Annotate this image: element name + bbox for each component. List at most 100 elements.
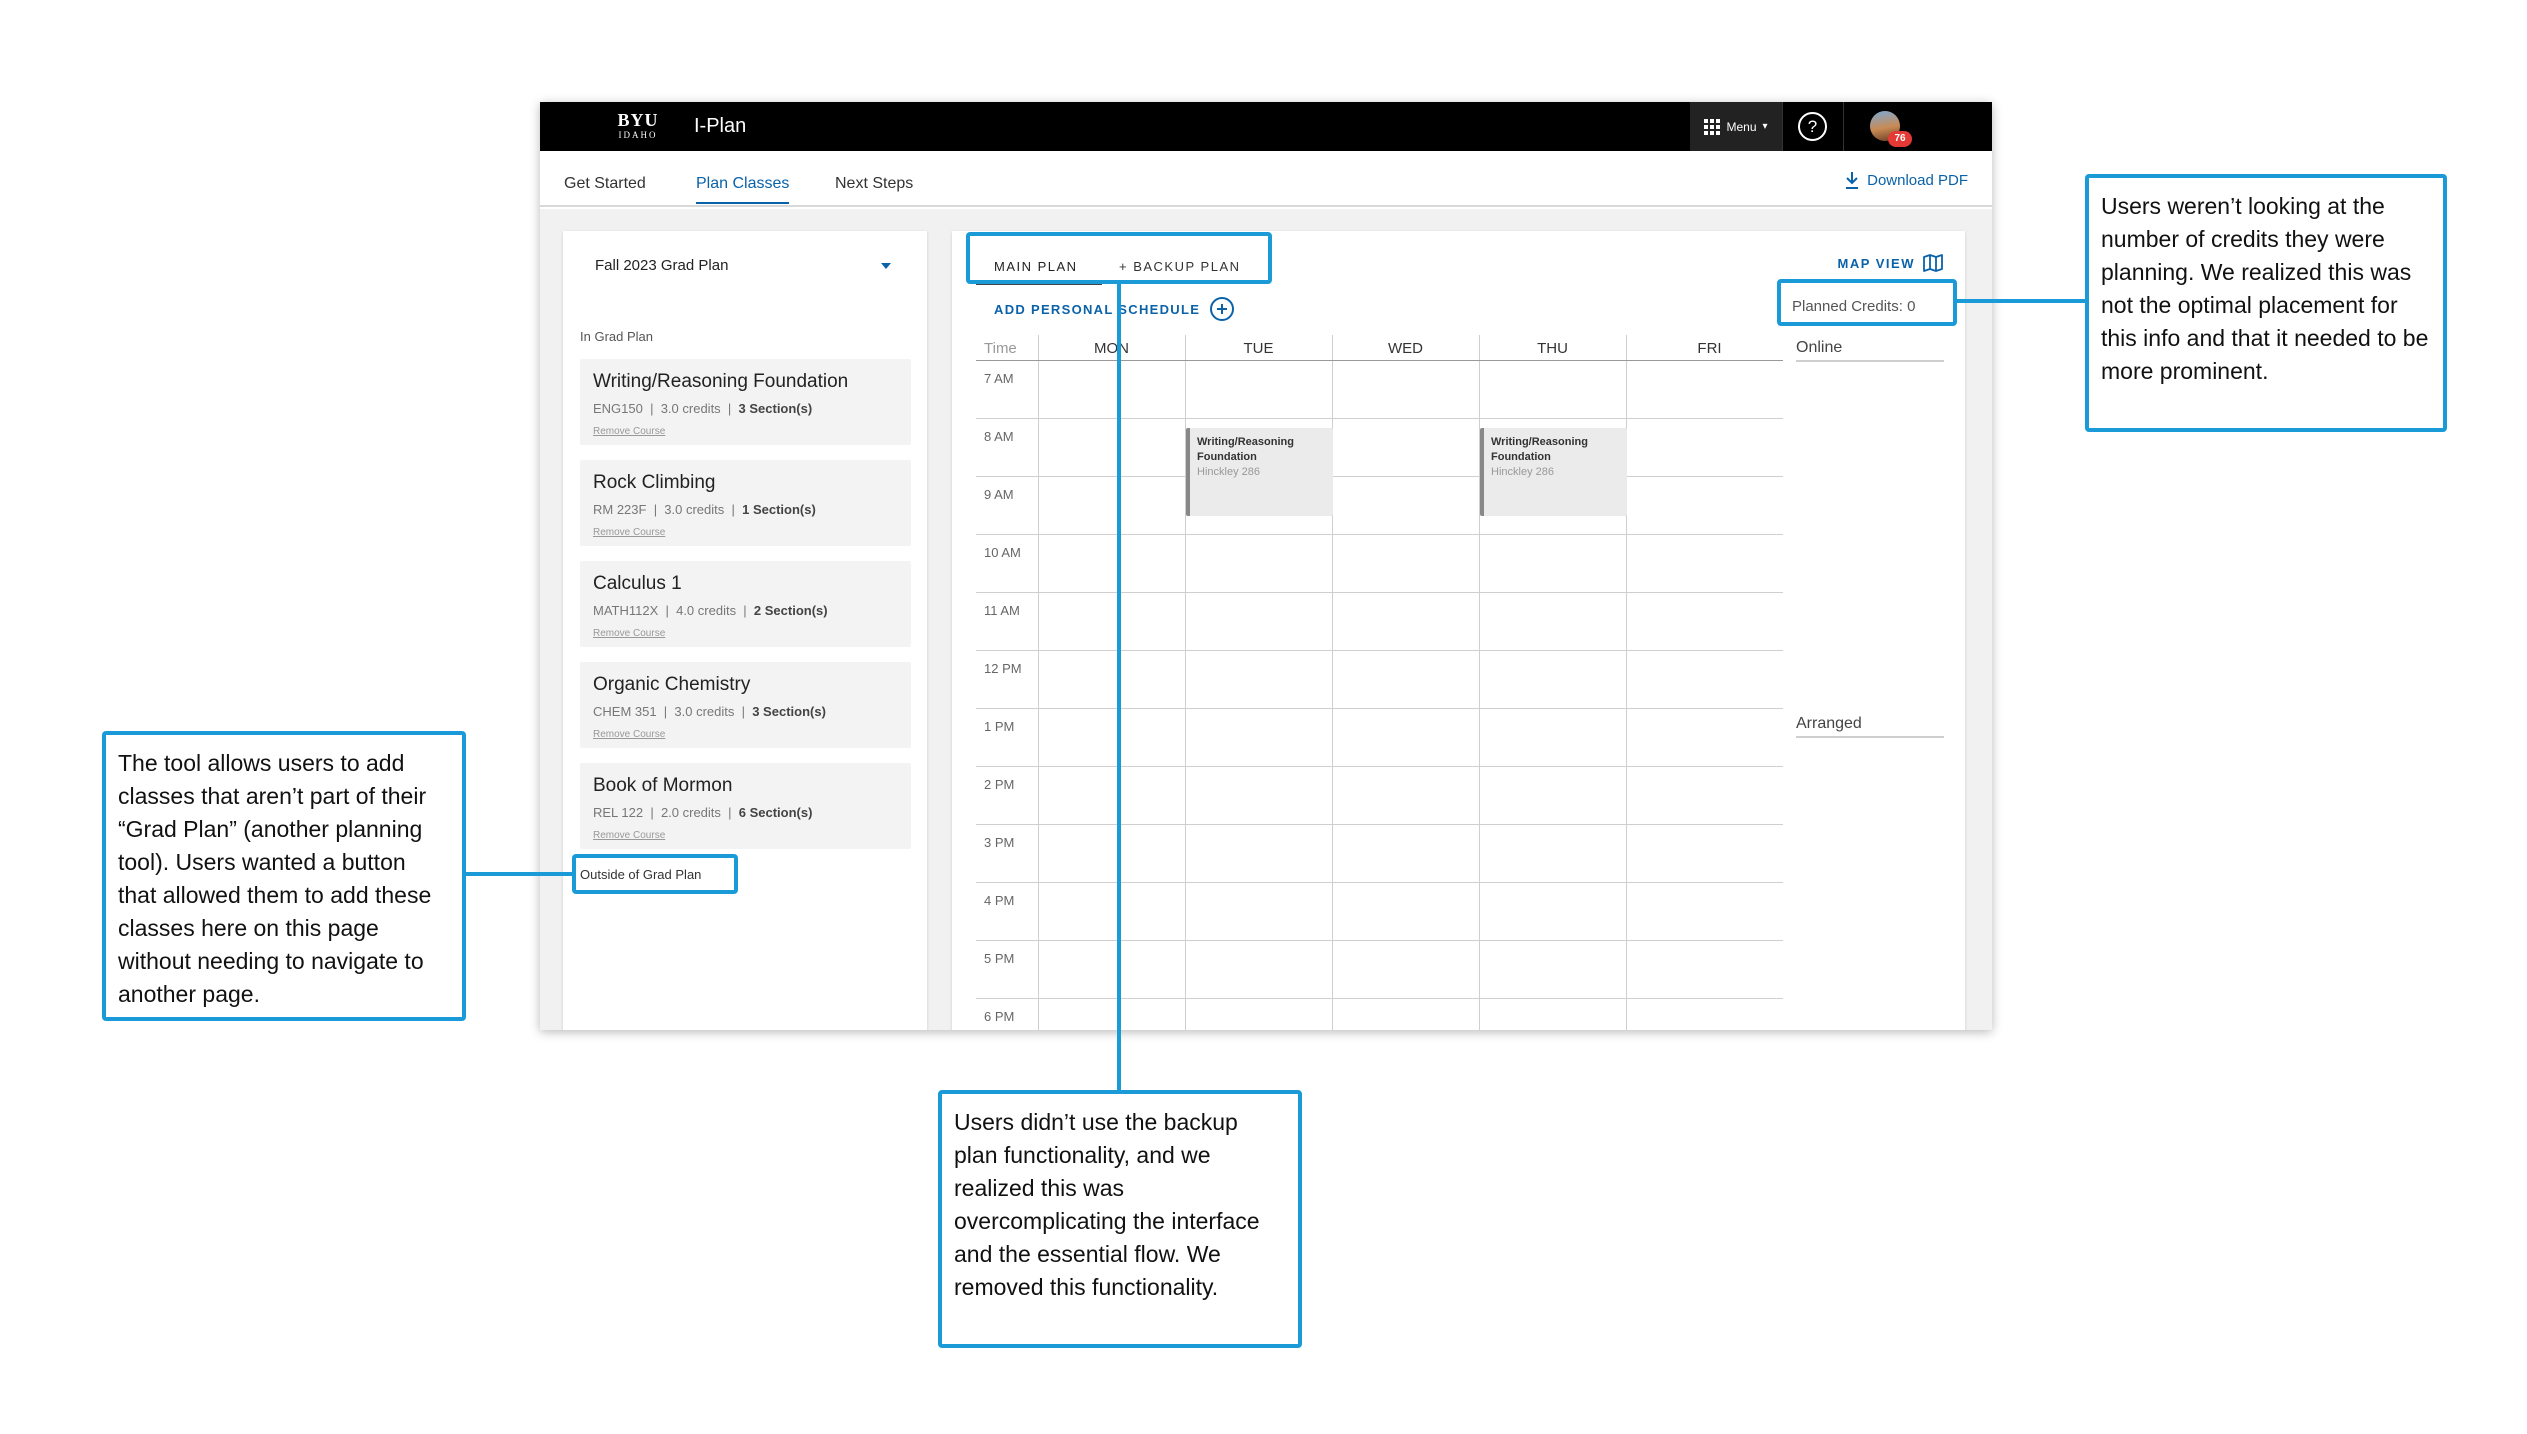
hour-divider (976, 534, 1783, 535)
chevron-down-icon: ▾ (1762, 121, 1768, 132)
help-button[interactable]: ? (1798, 112, 1827, 141)
course-card[interactable]: Rock Climbing RM 223F | 3.0 credits | 1 … (580, 460, 911, 546)
download-pdf-button[interactable]: Download PDF (1845, 171, 1968, 189)
day-header-thu: THU (1537, 340, 1568, 357)
course-card[interactable]: Writing/Reasoning Foundation ENG150 | 3.… (580, 359, 911, 445)
course-meta: ENG150 | 3.0 credits | 3 Section(s) (593, 401, 813, 416)
schedule-panel: MAIN PLAN + BACKUP PLAN ADD PERSONAL SCH… (952, 231, 1965, 1030)
topbar-divider (1782, 102, 1783, 151)
remove-course-link[interactable]: Remove Course (593, 830, 665, 841)
map-icon (1923, 254, 1943, 272)
class-event-block[interactable]: Writing/Reasoning Foundation Hinckley 28… (1186, 428, 1333, 516)
course-credits: 3.0 credits (674, 704, 735, 719)
backup-connector (1117, 284, 1121, 1090)
course-card[interactable]: Calculus 1 MATH112X | 4.0 credits | 2 Se… (580, 561, 911, 647)
hour-divider (976, 998, 1783, 999)
add-personal-schedule-button[interactable]: ADD PERSONAL SCHEDULE (994, 297, 1235, 321)
time-column-header: Time (984, 340, 1017, 357)
in-grad-plan-heading: In Grad Plan (580, 329, 653, 344)
time-label: 11 AM (984, 603, 1020, 618)
course-credits: 3.0 credits (664, 502, 725, 517)
column-divider (1038, 335, 1039, 1030)
course-credits: 2.0 credits (660, 805, 721, 820)
hour-divider (976, 650, 1783, 651)
hour-divider (976, 592, 1783, 593)
hour-divider (976, 476, 1783, 477)
map-view-label: MAP VIEW (1837, 255, 1915, 271)
event-title: Writing/Reasoning Foundation (1197, 436, 1294, 463)
course-meta: CHEM 351 | 3.0 credits | 3 Section(s) (593, 704, 826, 719)
time-label: 3 PM (984, 835, 1015, 850)
backup-plan-annotation: Users didn’t use the backup plan functio… (938, 1090, 1302, 1348)
main-content: Fall 2023 Grad Plan In Grad Plan Writing… (540, 209, 1992, 1030)
credits-connector (1957, 299, 2089, 303)
grad-plan-select[interactable]: Fall 2023 Grad Plan (595, 251, 913, 283)
time-label: 6 PM (984, 1009, 1015, 1024)
backup-plan-highlight (966, 232, 1272, 284)
course-name: Calculus 1 (593, 573, 682, 594)
plus-circle-icon (1210, 297, 1235, 321)
top-navigation-bar: BYU IDAHO I-Plan Menu ▾ ? 76 (540, 102, 1992, 151)
course-name: Rock Climbing (593, 472, 716, 493)
time-label: 9 AM (984, 487, 1014, 502)
time-label: 12 PM (984, 661, 1022, 676)
hour-divider (976, 708, 1783, 709)
day-header-wed: WED (1388, 340, 1423, 357)
course-sections: 2 Section(s) (753, 603, 828, 618)
online-classes-label: Online (1796, 339, 1944, 362)
course-meta: MATH112X | 4.0 credits | 2 Section(s) (593, 603, 828, 618)
download-pdf-label: Download PDF (1867, 171, 1968, 189)
course-sections: 1 Section(s) (742, 502, 816, 517)
course-card[interactable]: Book of Mormon REL 122 | 2.0 credits | 6… (580, 763, 911, 849)
logo-text-bottom: IDAHO (618, 130, 658, 140)
hour-divider (976, 418, 1783, 419)
tab-get-started[interactable]: Get Started (564, 175, 646, 193)
tab-plan-classes[interactable]: Plan Classes (696, 175, 790, 204)
course-code: REL 122 (593, 805, 644, 820)
day-header-fri: FRI (1697, 340, 1722, 357)
hour-divider (976, 882, 1783, 883)
weekly-calendar-grid: Time MON TUE WED THU FRI 7 AM 8 AM 9 AM … (976, 335, 1783, 1030)
event-location: Hinckley 286 (1197, 466, 1260, 478)
course-name: Organic Chemistry (593, 674, 751, 695)
course-credits: 4.0 credits (676, 603, 737, 618)
course-list-panel: Fall 2023 Grad Plan In Grad Plan Writing… (563, 231, 927, 1030)
course-sections: 3 Section(s) (752, 704, 826, 719)
planned-credits-highlight (1777, 279, 1957, 326)
course-code: RM 223F (593, 502, 647, 517)
download-icon (1846, 172, 1859, 189)
hour-divider (976, 766, 1783, 767)
time-label: 10 AM (984, 545, 1021, 560)
time-label: 4 PM (984, 893, 1015, 908)
remove-course-link[interactable]: Remove Course (593, 426, 665, 437)
course-code: ENG150 (593, 401, 643, 416)
day-header-mon: MON (1094, 340, 1129, 357)
hour-divider (976, 824, 1783, 825)
topbar-divider (1843, 102, 1844, 151)
course-name: Book of Mormon (593, 775, 733, 796)
credits-annotation: Users weren’t looking at the number of c… (2085, 174, 2447, 432)
course-name: Writing/Reasoning Foundation (593, 371, 849, 392)
course-code: CHEM 351 (593, 704, 657, 719)
add-personal-schedule-label: ADD PERSONAL SCHEDULE (994, 301, 1201, 317)
remove-course-link[interactable]: Remove Course (593, 527, 665, 538)
day-header-tue: TUE (1243, 340, 1274, 357)
menu-button[interactable]: Menu ▾ (1690, 102, 1782, 151)
byu-idaho-logo[interactable]: BYU IDAHO (615, 111, 661, 140)
grad-plan-select-value: Fall 2023 Grad Plan (595, 257, 729, 274)
remove-course-link[interactable]: Remove Course (593, 628, 665, 639)
course-card[interactable]: Organic Chemistry CHEM 351 | 3.0 credits… (580, 662, 911, 748)
map-view-button[interactable]: MAP VIEW (1838, 254, 1944, 272)
course-sections: 3 Section(s) (738, 401, 813, 416)
course-credits: 3.0 credits (660, 401, 721, 416)
time-label: 5 PM (984, 951, 1015, 966)
outside-connector (462, 872, 572, 876)
remove-course-link[interactable]: Remove Course (593, 729, 665, 740)
chevron-down-icon (881, 263, 891, 269)
class-event-block[interactable]: Writing/Reasoning Foundation Hinckley 28… (1480, 428, 1627, 516)
course-code: MATH112X (593, 603, 659, 618)
course-meta: RM 223F | 3.0 credits | 1 Section(s) (593, 502, 816, 517)
arranged-classes-label: Arranged (1796, 715, 1944, 738)
tab-next-steps[interactable]: Next Steps (835, 175, 913, 193)
course-sections: 6 Section(s) (738, 805, 813, 820)
